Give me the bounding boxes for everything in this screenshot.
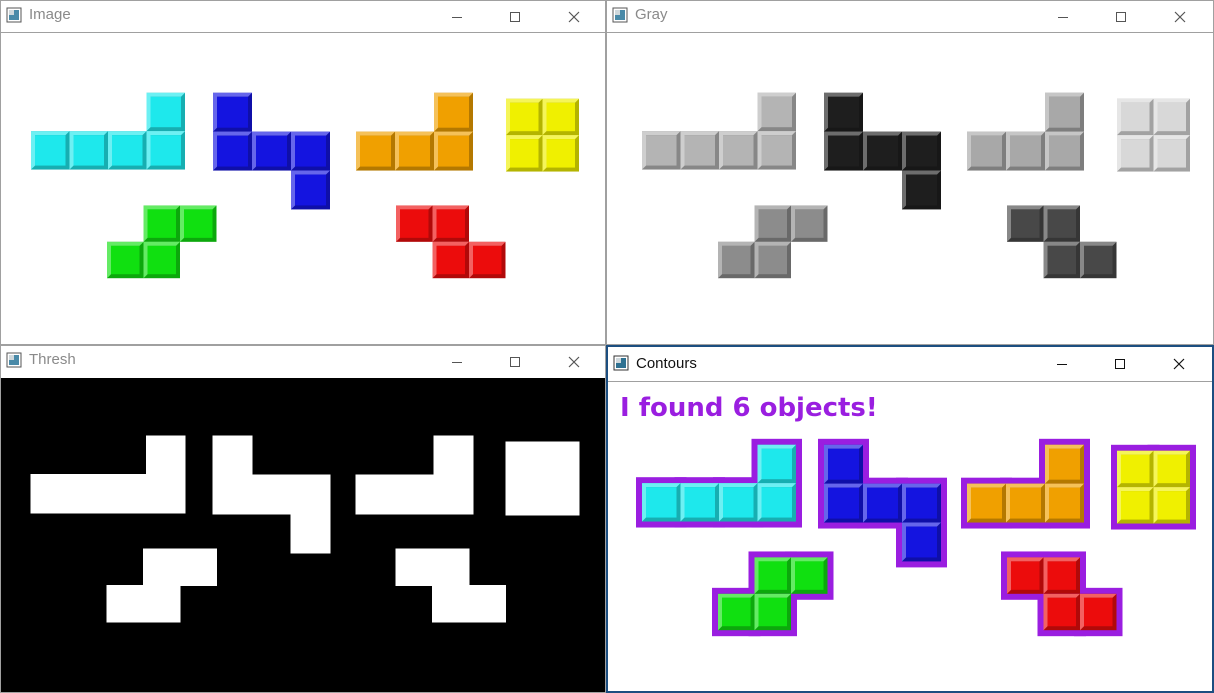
maximize-icon — [510, 11, 520, 22]
piece-o-yellow — [506, 98, 579, 172]
close-button[interactable] — [551, 346, 597, 378]
window-app-icon — [6, 7, 22, 23]
titlebar[interactable]: Contours — [608, 347, 1212, 381]
close-button[interactable] — [1156, 347, 1202, 381]
minimize-button[interactable] — [434, 346, 480, 378]
piece-s-blue — [212, 435, 331, 554]
contours-canvas: I found 6 objects! — [608, 381, 1212, 691]
objects-found-caption: I found 6 objects! — [620, 393, 878, 423]
piece-l-orange — [355, 435, 474, 515]
piece-o-yellow — [1117, 98, 1190, 172]
titlebar[interactable]: Image — [1, 1, 605, 32]
piece-s-green — [106, 548, 217, 623]
piece-s-green — [712, 551, 834, 637]
piece-s-green — [107, 205, 217, 279]
close-icon — [1173, 358, 1185, 370]
piece-o-yellow — [1111, 444, 1196, 530]
piece-l-orange — [967, 92, 1084, 171]
minimize-icon — [452, 362, 462, 363]
piece-l-cyan — [636, 438, 802, 528]
minimize-icon — [1058, 16, 1068, 18]
close-button[interactable] — [551, 1, 597, 32]
minimize-button[interactable] — [1040, 1, 1086, 32]
minimize-button[interactable] — [434, 1, 480, 32]
gray-canvas — [607, 32, 1213, 344]
window-app-icon — [6, 352, 22, 368]
maximize-button[interactable] — [1098, 1, 1144, 32]
minimize-icon — [452, 16, 462, 18]
piece-l-cyan — [31, 92, 185, 170]
maximize-icon — [510, 357, 520, 367]
titlebar[interactable]: Gray — [607, 1, 1213, 32]
piece-z-red — [1007, 205, 1117, 279]
piece-l-cyan — [30, 435, 186, 514]
piece-l-orange — [356, 92, 473, 171]
titlebar[interactable]: Thresh — [1, 346, 605, 378]
maximize-button[interactable] — [492, 346, 538, 378]
window-title: Contours — [636, 355, 697, 372]
window-title: Gray — [635, 6, 668, 23]
window-title: Thresh — [29, 351, 76, 368]
thresh-canvas — [1, 378, 605, 692]
window-image[interactable]: Image — [0, 0, 606, 345]
piece-z-red — [396, 205, 506, 279]
window-gray[interactable]: Gray — [606, 0, 1214, 345]
window-contours[interactable]: Contours I found 6 objects! — [606, 345, 1214, 693]
window-title: Image — [29, 6, 71, 23]
image-canvas — [1, 32, 605, 344]
maximize-button[interactable] — [492, 1, 538, 32]
window-app-icon — [612, 7, 628, 23]
piece-l-orange — [961, 438, 1090, 529]
piece-o-yellow — [505, 441, 580, 516]
close-icon — [1174, 11, 1186, 22]
minimize-icon — [1057, 364, 1067, 365]
piece-z-red — [1001, 551, 1123, 637]
piece-z-red — [395, 548, 506, 623]
close-button[interactable] — [1157, 1, 1203, 32]
minimize-button[interactable] — [1039, 347, 1085, 381]
maximize-icon — [1115, 359, 1125, 369]
piece-s-green — [718, 205, 828, 279]
piece-s-blue — [824, 92, 941, 210]
window-thresh[interactable]: Thresh — [0, 345, 606, 693]
piece-s-blue — [818, 438, 947, 568]
maximize-button[interactable] — [1097, 347, 1143, 381]
close-icon — [568, 356, 580, 368]
window-app-icon — [613, 355, 629, 371]
close-icon — [568, 11, 580, 22]
piece-s-blue — [213, 92, 330, 210]
maximize-icon — [1116, 11, 1126, 22]
piece-l-cyan — [642, 92, 796, 170]
